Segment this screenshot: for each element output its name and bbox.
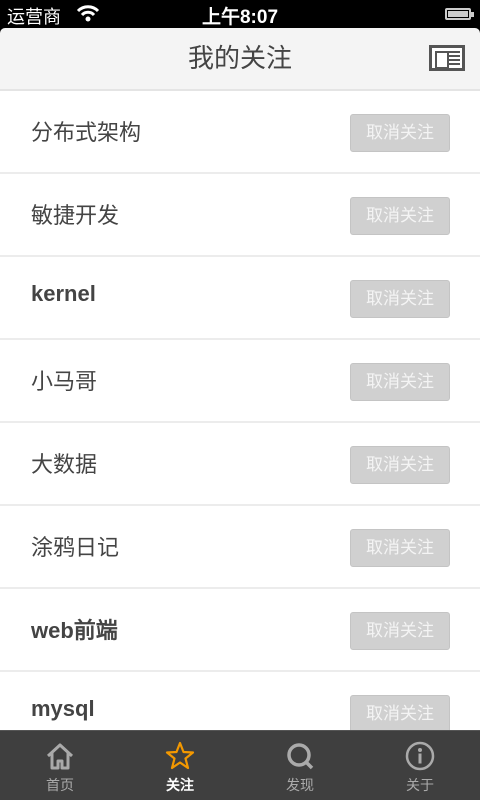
tab-discover[interactable]: 发现 bbox=[240, 731, 360, 800]
tab-follow[interactable]: 关注 bbox=[120, 731, 240, 800]
tab-about[interactable]: 关于 bbox=[360, 731, 480, 800]
page-title: 我的关注 bbox=[187, 44, 292, 74]
topic-name: web前端 bbox=[31, 618, 118, 643]
status-bar: 运营商 上午8:07 bbox=[0, 0, 480, 28]
home-icon bbox=[46, 743, 74, 770]
unfollow-button[interactable]: 取消关注 bbox=[350, 114, 450, 152]
unfollow-button[interactable]: 取消关注 bbox=[350, 446, 450, 484]
unfollow-button[interactable]: 取消关注 bbox=[350, 197, 450, 235]
tab-label: 关注 bbox=[166, 778, 194, 794]
tab-bar: 首页 关注 发现 关于 bbox=[0, 730, 480, 800]
list-item: web前端 取消关注 bbox=[0, 589, 480, 672]
unfollow-button[interactable]: 取消关注 bbox=[350, 280, 450, 318]
topic-name: 大数据 bbox=[31, 453, 98, 478]
tab-label: 关于 bbox=[406, 778, 434, 794]
tab-label: 首页 bbox=[46, 778, 74, 794]
list-item: 小马哥 取消关注 bbox=[0, 340, 480, 423]
search-icon bbox=[287, 743, 314, 770]
list-item: 大数据 取消关注 bbox=[0, 423, 480, 506]
unfollow-button[interactable]: 取消关注 bbox=[350, 612, 450, 650]
unfollow-button[interactable]: 取消关注 bbox=[350, 529, 450, 567]
info-icon bbox=[405, 741, 435, 771]
topic-name: 分布式架构 bbox=[31, 121, 142, 146]
list-item: 敏捷开发 取消关注 bbox=[0, 174, 480, 257]
battery-icon bbox=[445, 8, 474, 20]
nav-header: 我的关注 bbox=[0, 28, 480, 91]
topic-name: 涂鸦日记 bbox=[31, 536, 120, 561]
star-icon bbox=[165, 741, 195, 770]
list-item: mysql 取消关注 bbox=[0, 672, 480, 730]
list-item: 涂鸦日记 取消关注 bbox=[0, 506, 480, 589]
followed-list[interactable]: 分布式架构 取消关注 敏捷开发 取消关注 kernel 取消关注 小马哥 取消关注 大数… bbox=[0, 91, 480, 730]
topic-name: 小马哥 bbox=[31, 370, 98, 395]
topic-name: mysql bbox=[31, 696, 95, 721]
topic-name: 敏捷开发 bbox=[31, 204, 120, 229]
tab-label: 发现 bbox=[286, 778, 314, 794]
list-item: kernel 取消关注 bbox=[0, 257, 480, 340]
news-icon[interactable] bbox=[429, 45, 465, 71]
clock: 上午8:07 bbox=[201, 7, 279, 28]
topic-name: kernel bbox=[31, 281, 96, 306]
unfollow-button[interactable]: 取消关注 bbox=[350, 695, 450, 730]
list-item: 分布式架构 取消关注 bbox=[0, 91, 480, 174]
unfollow-button[interactable]: 取消关注 bbox=[350, 363, 450, 401]
tab-home[interactable]: 首页 bbox=[0, 731, 120, 800]
